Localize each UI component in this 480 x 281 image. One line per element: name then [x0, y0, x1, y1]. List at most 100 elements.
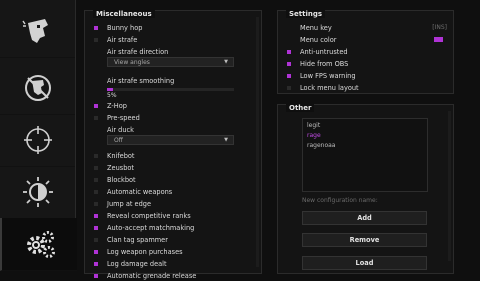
knifebot-label: Knifebot: [107, 151, 135, 160]
air-strafe-direction-select[interactable]: View angles ▼: [107, 57, 234, 67]
misc-group-title: Miscellaneous: [93, 10, 155, 18]
auto-accept-label: Auto-accept matchmaking: [107, 223, 195, 232]
low-fps-label: Low FPS warning: [300, 71, 356, 80]
reveal-ranks-checkbox[interactable]: [94, 213, 98, 218]
automatic-weapons-checkbox[interactable]: [94, 189, 98, 194]
zeusbot-row[interactable]: Zeusbot: [85, 162, 134, 173]
config-item-selected[interactable]: rage: [307, 132, 321, 139]
lock-layout-label: Lock menu layout: [300, 83, 359, 92]
air-strafe-smoothing-row: Air strafe smoothing: [85, 75, 174, 86]
air-duck-label: Air duck: [107, 125, 134, 134]
config-item[interactable]: ragenoaa: [307, 142, 335, 149]
tab-visuals[interactable]: [0, 165, 75, 219]
auto-grenade-label: Automatic grenade release: [107, 271, 197, 280]
air-strafe-smoothing-label: Air strafe smoothing: [107, 76, 175, 85]
log-damage-checkbox[interactable]: [94, 261, 98, 266]
air-strafe-smoothing-value: 5%: [107, 92, 117, 99]
settings-gears-icon: [26, 231, 55, 258]
visuals-icon: [22, 176, 53, 207]
zeusbot-checkbox[interactable]: [94, 165, 98, 170]
z-hop-checkbox[interactable]: [94, 103, 98, 108]
tab-legitbot[interactable]: [0, 113, 75, 167]
antiaim-icon: [24, 74, 51, 101]
hide-obs-checkbox[interactable]: [287, 61, 291, 66]
load-config-button[interactable]: Load: [302, 256, 427, 270]
air-duck-row: Air duck: [85, 124, 134, 135]
reveal-ranks-label: Reveal competitive ranks: [107, 211, 191, 220]
add-config-button[interactable]: Add: [302, 211, 427, 225]
jump-at-edge-label: Jump at edge: [107, 199, 152, 208]
misc-group: Miscellaneous Bunny hop Air strafe Air s…: [84, 10, 262, 280]
chevron-down-icon: ▼: [224, 59, 228, 65]
lock-layout-row[interactable]: Lock menu layout: [278, 82, 359, 93]
ragebot-icon: [21, 18, 48, 43]
log-damage-label: Log damage dealt: [107, 259, 167, 268]
anti-untrusted-checkbox[interactable]: [287, 49, 291, 54]
air-duck-select[interactable]: Off ▼: [107, 135, 234, 145]
settings-group: Settings Menu key [INS] Menu color Anti-…: [277, 10, 454, 94]
blockbot-checkbox[interactable]: [94, 177, 98, 182]
menu-key-label: Menu key: [300, 23, 332, 32]
blockbot-row[interactable]: Blockbot: [85, 174, 136, 185]
auto-accept-checkbox[interactable]: [94, 225, 98, 230]
hide-obs-row[interactable]: Hide from OBS: [278, 58, 348, 69]
other-group-title: Other: [286, 104, 315, 112]
automatic-weapons-row[interactable]: Automatic weapons: [85, 186, 172, 197]
jump-at-edge-checkbox[interactable]: [94, 201, 98, 206]
log-purchases-checkbox[interactable]: [94, 249, 98, 254]
menu-key-row: Menu key [INS]: [278, 22, 453, 33]
clan-tag-checkbox[interactable]: [94, 237, 98, 242]
blockbot-label: Blockbot: [107, 175, 136, 184]
auto-grenade-checkbox[interactable]: [94, 273, 98, 278]
reveal-ranks-row[interactable]: Reveal competitive ranks: [85, 210, 191, 221]
bunny-hop-row[interactable]: Bunny hop: [85, 22, 142, 33]
log-purchases-row[interactable]: Log weapon purchases: [85, 246, 183, 257]
chevron-down-icon: ▼: [224, 137, 228, 143]
air-strafe-smoothing-slider[interactable]: [107, 88, 234, 91]
tab-rail: [0, 0, 77, 271]
clan-tag-label: Clan tag spammer: [107, 235, 168, 244]
tab-misc[interactable]: [0, 218, 77, 271]
other-group: Other legit rage ragenoaa New configurat…: [277, 104, 454, 274]
air-strafe-direction-label: Air strafe direction: [107, 47, 169, 56]
settings-group-title: Settings: [286, 10, 326, 18]
tab-antiaim[interactable]: [0, 61, 75, 115]
auto-grenade-row[interactable]: Automatic grenade release: [85, 270, 196, 281]
menu-color-label: Menu color: [300, 35, 337, 44]
menu-color-swatch[interactable]: [434, 37, 443, 42]
config-item[interactable]: legit: [307, 122, 320, 129]
log-damage-row[interactable]: Log damage dealt: [85, 258, 167, 269]
remove-config-button[interactable]: Remove: [302, 233, 427, 247]
other-scrollbar[interactable]: [448, 111, 451, 261]
new-config-label: New configuration name:: [302, 197, 378, 204]
air-strafe-row[interactable]: Air strafe: [85, 34, 137, 45]
lock-layout-checkbox[interactable]: [287, 85, 291, 90]
jump-at-edge-row[interactable]: Jump at edge: [85, 198, 151, 209]
menu-key-value[interactable]: [INS]: [432, 24, 447, 31]
z-hop-label: Z-Hop: [107, 101, 127, 110]
clan-tag-row[interactable]: Clan tag spammer: [85, 234, 168, 245]
misc-scrollbar[interactable]: [256, 17, 259, 267]
tab-ragebot[interactable]: [0, 4, 75, 58]
auto-accept-row[interactable]: Auto-accept matchmaking: [85, 222, 194, 233]
z-hop-row[interactable]: Z-Hop: [85, 100, 127, 111]
air-strafe-label: Air strafe: [107, 35, 138, 44]
low-fps-checkbox[interactable]: [287, 73, 291, 78]
hide-obs-label: Hide from OBS: [300, 59, 349, 68]
anti-untrusted-row[interactable]: Anti-untrusted: [278, 46, 348, 57]
automatic-weapons-label: Automatic weapons: [107, 187, 173, 196]
low-fps-row[interactable]: Low FPS warning: [278, 70, 356, 81]
config-list[interactable]: legit rage ragenoaa: [302, 118, 428, 192]
menu-color-row: Menu color: [278, 34, 453, 45]
air-strafe-checkbox[interactable]: [94, 37, 98, 42]
knifebot-checkbox[interactable]: [94, 153, 98, 158]
pre-speed-row[interactable]: Pre-speed: [85, 112, 140, 123]
log-purchases-label: Log weapon purchases: [107, 247, 183, 256]
air-strafe-direction-value: View angles: [114, 58, 150, 66]
anti-untrusted-label: Anti-untrusted: [300, 47, 348, 56]
bunny-hop-label: Bunny hop: [107, 23, 143, 32]
bunny-hop-checkbox[interactable]: [94, 25, 98, 30]
knifebot-row[interactable]: Knifebot: [85, 150, 135, 161]
pre-speed-checkbox[interactable]: [94, 115, 98, 120]
air-strafe-direction-row: Air strafe direction: [85, 46, 168, 57]
